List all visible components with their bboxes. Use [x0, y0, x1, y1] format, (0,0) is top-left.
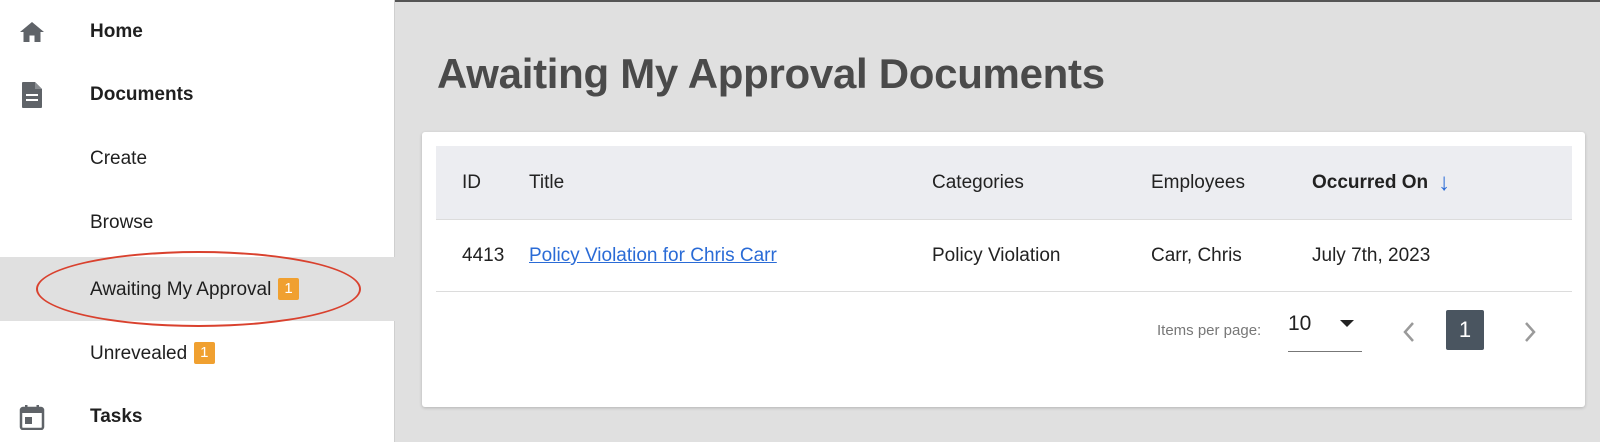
- sidebar-item-label: Unrevealed 1: [90, 341, 215, 365]
- top-divider: [395, 0, 1600, 2]
- sidebar-item-unrevealed[interactable]: Unrevealed 1: [0, 321, 395, 385]
- document-title-link[interactable]: Policy Violation for Chris Carr: [529, 245, 777, 267]
- sidebar-item-awaiting-my-approval[interactable]: Awaiting My Approval 1: [0, 257, 395, 321]
- table-row: 4413 Policy Violation for Chris Carr Pol…: [436, 220, 1572, 292]
- column-header-occurred-on[interactable]: Occurred On ↓: [1312, 146, 1450, 220]
- sidebar-item-label: Tasks: [90, 406, 143, 427]
- cell-occurred-on: July 7th, 2023: [1312, 245, 1431, 266]
- sidebar-item-label: Documents: [90, 84, 194, 105]
- home-icon: [18, 18, 46, 46]
- column-header-label: Occurred On: [1312, 172, 1429, 193]
- sidebar-item-text: Unrevealed: [90, 342, 188, 364]
- sort-descending-icon: ↓: [1438, 169, 1451, 196]
- sidebar-item-label: Create: [90, 148, 148, 169]
- calendar-icon: [18, 403, 46, 431]
- documents-card: ID Title Categories Employees Occurred O…: [422, 132, 1585, 407]
- sidebar-item-tasks[interactable]: Tasks: [0, 385, 395, 442]
- page-button-current[interactable]: 1: [1446, 310, 1484, 350]
- document-icon: [18, 81, 46, 109]
- table-header: ID Title Categories Employees Occurred O…: [436, 146, 1572, 220]
- column-header-title[interactable]: Title: [529, 146, 564, 220]
- count-badge: 1: [194, 341, 215, 364]
- sidebar-item-label: Browse: [90, 212, 154, 233]
- sidebar-item-documents[interactable]: Documents: [0, 63, 395, 127]
- column-header-id[interactable]: ID: [462, 146, 481, 220]
- sidebar: Home Documents Create Browse Awaiting My…: [0, 0, 395, 442]
- column-header-employees[interactable]: Employees: [1151, 146, 1245, 220]
- sidebar-item-home[interactable]: Home: [0, 0, 395, 64]
- column-header-categories[interactable]: Categories: [932, 146, 1024, 220]
- dropdown-caret-icon: [1340, 320, 1354, 327]
- chevron-right-icon: [1525, 322, 1536, 342]
- chevron-left-icon: [1403, 322, 1414, 342]
- sidebar-item-create[interactable]: Create: [0, 127, 395, 191]
- items-per-page-value: 10: [1288, 312, 1312, 335]
- sidebar-item-label: Home: [90, 21, 143, 42]
- sidebar-item-browse[interactable]: Browse: [0, 191, 395, 255]
- previous-page-button[interactable]: [1395, 318, 1423, 346]
- items-per-page-label: Items per page:: [1157, 322, 1262, 339]
- items-per-page-select[interactable]: 10: [1288, 312, 1362, 352]
- count-badge: 1: [278, 277, 299, 300]
- page-title: Awaiting My Approval Documents: [437, 50, 1105, 97]
- cell-title: Policy Violation for Chris Carr: [529, 220, 777, 292]
- next-page-button[interactable]: [1516, 318, 1544, 346]
- sidebar-item-label: Awaiting My Approval 1: [90, 277, 299, 301]
- cell-employees: Carr, Chris: [1151, 245, 1242, 266]
- cell-categories: Policy Violation: [932, 245, 1061, 266]
- sidebar-item-text: Awaiting My Approval: [90, 278, 272, 300]
- cell-id: 4413: [462, 245, 505, 266]
